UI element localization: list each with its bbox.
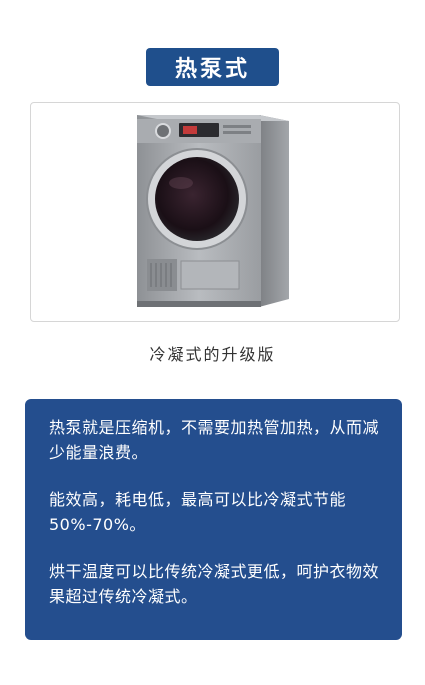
info-paragraph-2: 能效高，耗电低，最高可以比冷凝式节能50%-70%。 [49, 490, 347, 534]
page-title: 热泵式 [174, 57, 250, 82]
product-image-card [30, 102, 400, 322]
info-paragraph-3: 烘干温度可以比传统冷凝式更低，呵护衣物效果超过传统冷凝式。 [49, 562, 380, 606]
info-paragraph-1: 热泵就是压缩机，不需要加热管加热，从而减少能量浪费。 [49, 418, 380, 462]
title-badge: 热泵式 [146, 48, 279, 86]
image-caption: 冷凝式的升级版 [149, 345, 276, 364]
info-panel: 热泵就是压缩机，不需要加热管加热，从而减少能量浪费。 能效高，耗电低，最高可以比… [25, 399, 402, 640]
dryer-image [137, 115, 289, 307]
